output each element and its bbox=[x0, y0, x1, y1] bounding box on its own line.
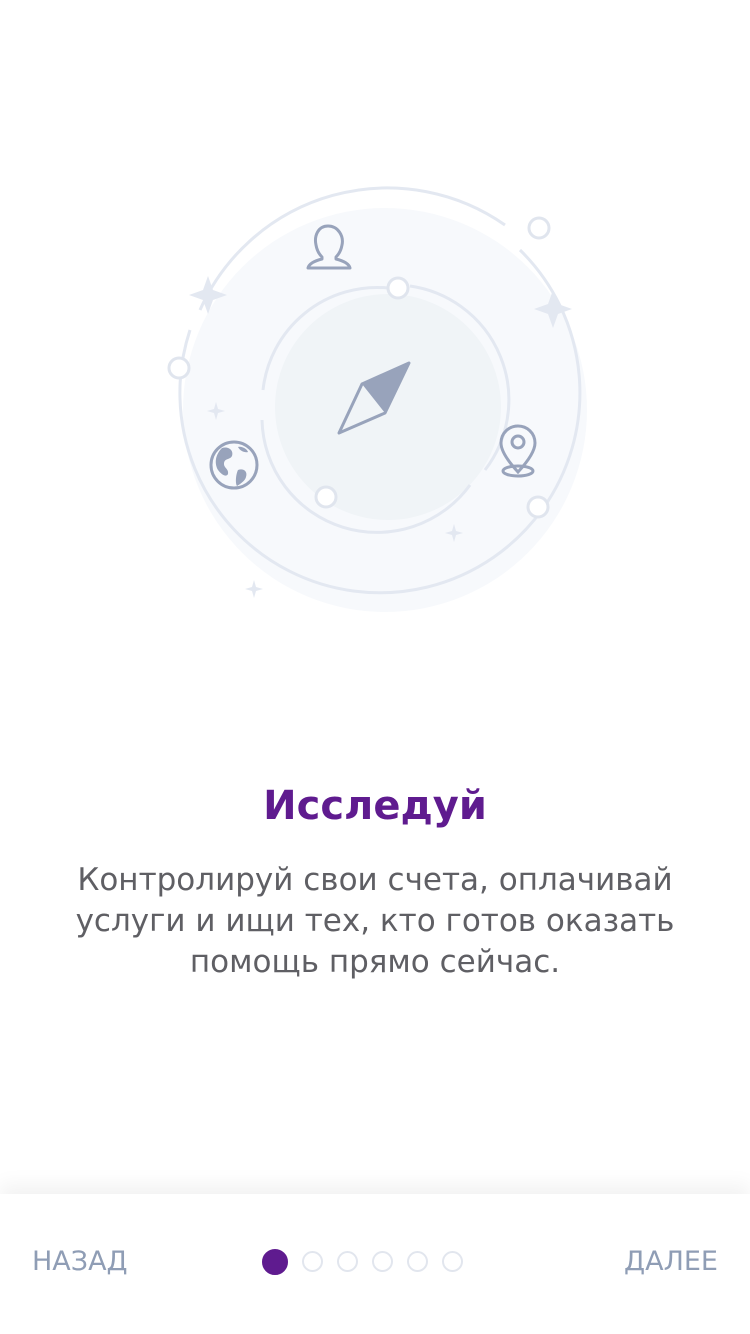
page-description: Контролируй свои счета, оплачивай услуги… bbox=[75, 862, 675, 980]
explore-illustration bbox=[167, 186, 587, 612]
pagination-dot[interactable] bbox=[337, 1251, 358, 1272]
onboarding-footer: НАЗАД ДАЛЕЕ bbox=[0, 1194, 750, 1334]
pagination-dot[interactable] bbox=[407, 1251, 428, 1272]
next-button[interactable]: ДАЛЕЕ bbox=[624, 1242, 718, 1282]
orbit-node bbox=[526, 495, 550, 519]
pagination-dot-active[interactable] bbox=[262, 1249, 288, 1275]
page-title: Исследуй bbox=[263, 783, 487, 829]
pagination-dots bbox=[262, 1249, 463, 1277]
pagination-dot[interactable] bbox=[372, 1251, 393, 1272]
orbit-node bbox=[386, 276, 410, 300]
orbit-node bbox=[314, 485, 338, 509]
pagination-dot[interactable] bbox=[442, 1251, 463, 1272]
orbit-node bbox=[527, 216, 551, 240]
back-button[interactable]: НАЗАД bbox=[32, 1242, 128, 1282]
orbit-node bbox=[167, 356, 191, 380]
pagination-dot[interactable] bbox=[302, 1251, 323, 1272]
